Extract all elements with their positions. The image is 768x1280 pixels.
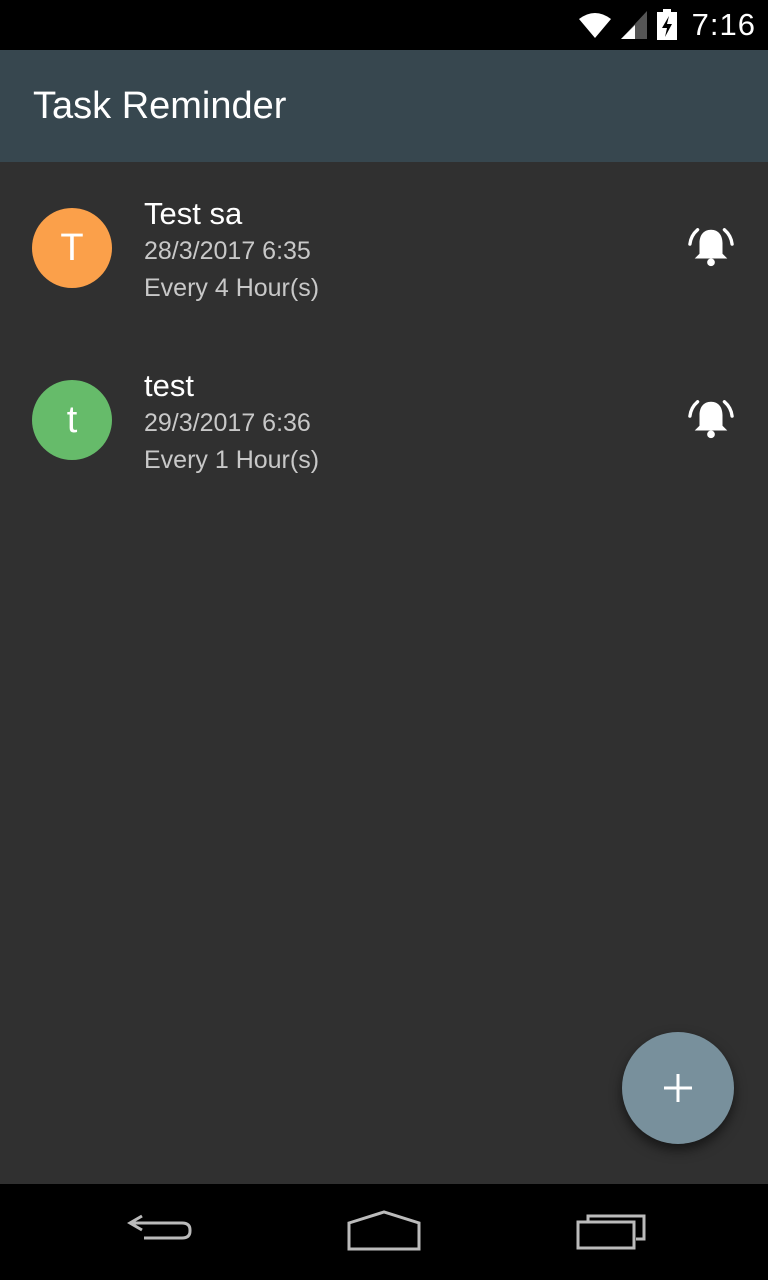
task-list: T Test sa 28/3/2017 6:35 Every 4 Hour(s)… — [0, 162, 768, 506]
app-bar: Task Reminder — [0, 50, 768, 162]
task-initial: t — [66, 398, 78, 441]
app-title: Task Reminder — [33, 84, 287, 127]
task-title: Test sa — [144, 196, 243, 231]
recents-icon[interactable] — [574, 1208, 646, 1254]
back-icon[interactable] — [126, 1208, 194, 1254]
navigation-bar — [0, 1184, 768, 1280]
task-row[interactable]: T Test sa 28/3/2017 6:35 Every 4 Hour(s) — [0, 162, 768, 334]
task-row[interactable]: t test 29/3/2017 6:36 Every 1 Hour(s) — [0, 334, 768, 506]
task-text: test 29/3/2017 6:36 Every 1 Hour(s) — [144, 367, 319, 479]
task-text: Test sa 28/3/2017 6:35 Every 4 Hour(s) — [144, 195, 319, 307]
alarm-on-icon[interactable] — [688, 224, 734, 270]
status-time: 7:16 — [691, 7, 756, 42]
add-task-button[interactable] — [622, 1032, 734, 1144]
alarm-on-icon[interactable] — [688, 396, 734, 442]
plus-icon — [664, 1074, 692, 1102]
task-avatar: T — [32, 208, 112, 288]
status-bar: 7:16 — [0, 0, 768, 50]
task-datetime: 28/3/2017 6:35 — [144, 237, 311, 265]
task-avatar: t — [32, 380, 112, 460]
task-repeat: Every 4 Hour(s) — [144, 274, 320, 302]
task-datetime: 29/3/2017 6:36 — [144, 409, 311, 437]
battery-charging-icon — [656, 9, 677, 40]
task-title: test — [144, 368, 194, 403]
cell-signal-icon — [620, 11, 647, 39]
home-icon[interactable] — [346, 1208, 422, 1254]
task-initial: T — [60, 226, 84, 269]
task-repeat: Every 1 Hour(s) — [144, 446, 320, 474]
wifi-icon — [578, 13, 611, 38]
